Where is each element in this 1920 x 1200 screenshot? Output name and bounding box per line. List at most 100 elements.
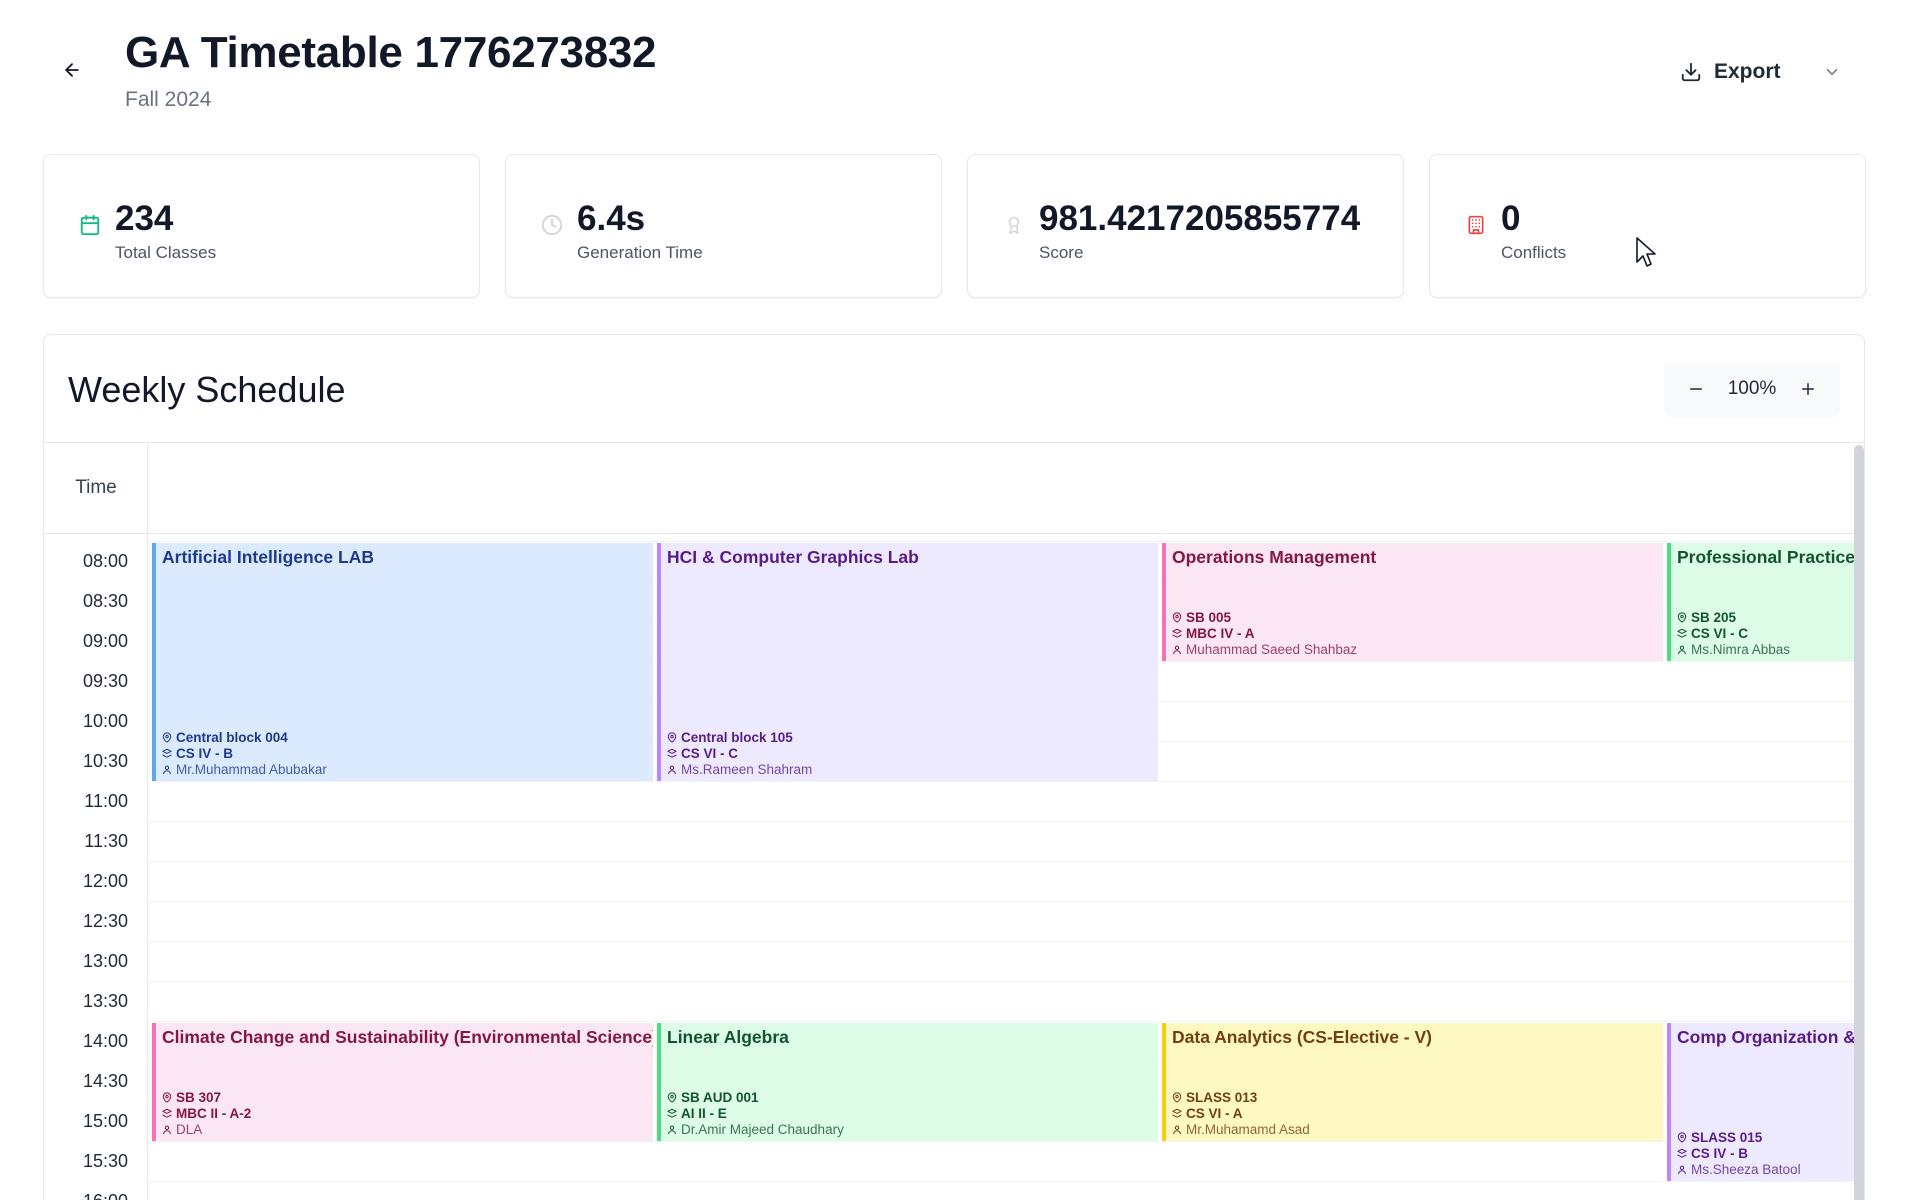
time-label: 08:30: [82, 591, 128, 611]
users-icon: [1677, 628, 1687, 638]
grid-line: [148, 861, 1854, 862]
class-event[interactable]: Operations Management SB 005 MBC IV - A Muh…: [1162, 543, 1663, 661]
event-instructor: Mr.Muhamamd Asad: [1172, 1121, 1310, 1137]
event-section: CS IV - B: [1677, 1145, 1801, 1161]
export-label: Export: [1714, 60, 1781, 83]
grid-line: [148, 901, 1854, 902]
event-instructor: Ms.Nimra Abbas: [1677, 641, 1790, 657]
building-icon: [1464, 213, 1488, 237]
award-icon: [1002, 213, 1026, 237]
map-pin-icon: [162, 1091, 172, 1103]
class-event[interactable]: Climate Change and Sustainability (Envir…: [152, 1023, 653, 1141]
panel-divider: [44, 442, 1864, 443]
mouse-cursor-icon: [1636, 237, 1656, 267]
event-meta: SB AUD 001 AI II - E Dr.Amir Majeed Chaudh…: [667, 1089, 844, 1137]
zoom-level: 100%: [1727, 378, 1777, 399]
event-section-text: CS VI - C: [681, 745, 739, 761]
class-event[interactable]: Artificial Intelligence LAB Central block…: [152, 543, 653, 781]
event-section: CS IV - B: [162, 745, 327, 761]
time-label: 11:00: [84, 791, 128, 811]
event-room: SB 205: [1677, 609, 1790, 625]
stat-card-conflicts: 0 Conflicts: [1429, 154, 1866, 298]
event-section-text: CS IV - B: [176, 745, 234, 761]
event-room: SB 307: [162, 1089, 251, 1105]
calendar-icon: [78, 213, 102, 237]
event-room: Central block 004: [162, 729, 327, 745]
schedule-scrollbar[interactable]: [1854, 445, 1864, 1200]
event-meta: Central block 105 CS VI - C Ms.Rameen Shah…: [667, 729, 812, 777]
event-section-text: CS IV - B: [1691, 1145, 1749, 1161]
event-instructor: Ms.Sheeza Batool: [1677, 1161, 1801, 1177]
user-icon: [668, 765, 676, 774]
zoom-out-button[interactable]: [1684, 377, 1708, 401]
stat-value: 234: [115, 199, 174, 238]
time-label: 12:00: [82, 871, 128, 891]
stat-value: 6.4s: [577, 199, 646, 238]
time-column: Time 08:00 08:30 09:00 09:30 10:00 10:30 11:00…: [44, 443, 148, 1200]
event-section-text: CS VI - C: [1691, 625, 1749, 641]
class-event[interactable]: HCI & Computer Graphics Lab Central block…: [657, 543, 1158, 781]
event-room-text: Central block 105: [681, 729, 793, 745]
class-event[interactable]: Comp Organization & SLASS 015 CS IV - B Ms.…: [1667, 1023, 1854, 1181]
event-section: CS VI - C: [1677, 625, 1790, 641]
stat-value: 0: [1501, 199, 1521, 238]
back-button[interactable]: [58, 56, 86, 84]
event-room-text: SB AUD 001: [681, 1089, 759, 1105]
time-label: 13:30: [82, 991, 128, 1011]
plus-icon: [1801, 383, 1814, 395]
zoom-control: 100%: [1664, 361, 1840, 417]
zoom-in-button[interactable]: [1796, 377, 1820, 401]
stat-value: 981.4217205855774: [1039, 199, 1361, 238]
grid-line: [148, 1021, 1854, 1022]
stat-label: Total Classes: [115, 243, 217, 262]
user-icon: [163, 1125, 171, 1134]
stat-label: Conflicts: [1501, 243, 1567, 262]
time-label: 10:00: [82, 711, 128, 731]
class-event[interactable]: Linear Algebra SB AUD 001 AI II - E Dr.Amir…: [657, 1023, 1158, 1141]
time-label: 08:00: [82, 551, 128, 571]
stat-card-total-classes: 234 Total Classes: [43, 154, 480, 298]
event-room-text: SB 307: [176, 1089, 222, 1105]
map-pin-icon: [1677, 1131, 1687, 1143]
users-icon: [162, 1108, 172, 1118]
event-instructor: Ms.Rameen Shahram: [667, 761, 812, 777]
stat-card-score: 981.4217205855774 Score: [967, 154, 1404, 298]
arrow-left-icon: [65, 63, 79, 77]
user-icon: [668, 1125, 676, 1134]
class-event[interactable]: Professional Practices SB 205 CS VI - C Ms.…: [1667, 543, 1854, 661]
grid-line: [148, 1181, 1854, 1182]
time-label: 15:30: [82, 1151, 128, 1171]
export-button[interactable]: Export: [1680, 52, 1841, 92]
event-meta: SLASS 013 CS VI - A Mr.Muhamamd Asad: [1172, 1089, 1310, 1137]
event-title: Linear Algebra: [667, 1027, 789, 1047]
event-section-text: CS VI - A: [1186, 1105, 1243, 1121]
users-icon: [162, 748, 172, 758]
users-icon: [667, 1108, 677, 1118]
event-meta: SB 205 CS VI - C Ms.Nimra Abbas: [1677, 609, 1790, 657]
class-event[interactable]: Data Analytics (CS-Elective - V) SLASS 01…: [1162, 1023, 1663, 1141]
event-section: CS VI - A: [1172, 1105, 1310, 1121]
chevron-down-icon[interactable]: [1823, 63, 1841, 81]
event-room: SB 005: [1172, 609, 1357, 625]
download-icon: [1681, 62, 1701, 82]
event-title: HCI & Computer Graphics Lab: [667, 547, 919, 567]
time-label: 14:00: [82, 1031, 128, 1051]
map-pin-icon: [667, 731, 677, 743]
event-room-text: SB 005: [1186, 609, 1232, 625]
event-instructor-text: Dr.Amir Majeed Chaudhary: [681, 1121, 844, 1137]
grid-line: [148, 981, 1854, 982]
event-section: MBC IV - A: [1172, 625, 1357, 641]
event-section-text: MBC II - A-2: [176, 1105, 252, 1121]
user-icon: [1678, 1165, 1686, 1174]
map-pin-icon: [667, 1091, 677, 1103]
event-instructor-text: Ms.Rameen Shahram: [681, 761, 813, 777]
event-title: Professional Practices: [1677, 547, 1854, 567]
event-instructor-text: Muhammad Saeed Shahbaz: [1186, 641, 1358, 657]
minus-icon: [1690, 388, 1702, 390]
grid-line: [148, 781, 1854, 782]
event-instructor-text: Mr.Muhamamd Asad: [1186, 1121, 1310, 1137]
time-label: 13:00: [82, 951, 128, 971]
time-label: 09:30: [82, 671, 128, 691]
event-title: Artificial Intelligence LAB: [162, 547, 374, 567]
stat-card-generation-time: 6.4s Generation Time: [505, 154, 942, 298]
